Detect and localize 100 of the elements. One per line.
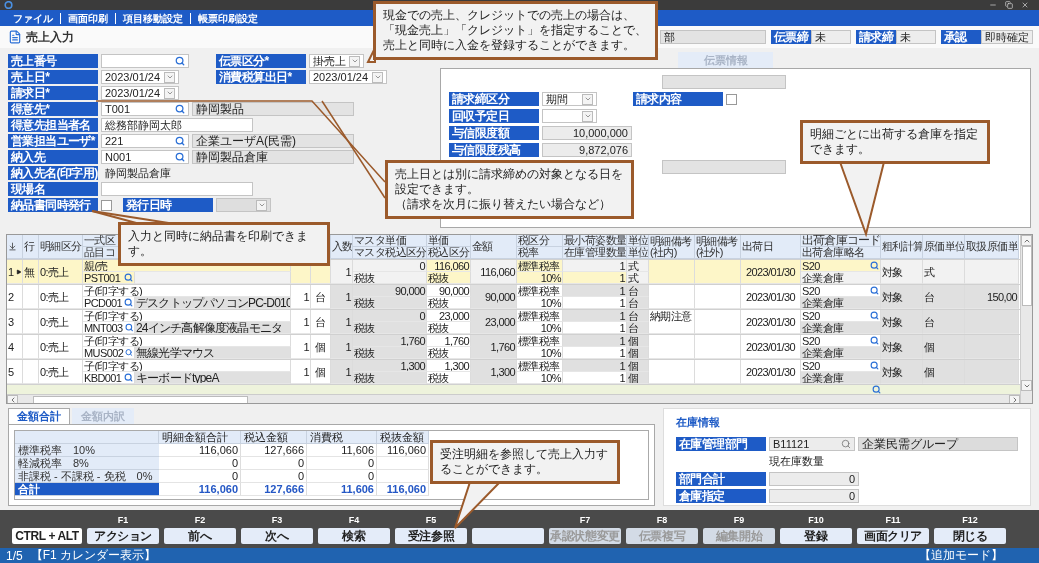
table-cell: 1 [563, 335, 627, 347]
function-key-button[interactable]: 検索 [318, 528, 390, 544]
field-label: 伝票区分* [216, 54, 306, 68]
key-label: F5 [425, 515, 437, 525]
table-cell: 対象 [881, 260, 923, 284]
status-field: 未 [896, 30, 936, 44]
column-header: 在庫管理数量 [563, 247, 627, 259]
table-cell: 2023/01/30 [741, 285, 801, 309]
table-cell: 1,760 [471, 335, 517, 359]
column-header: 明細備考(社外) [695, 235, 741, 259]
table-cell: 127,666 [241, 444, 307, 457]
table-cell: 1,760 [353, 335, 427, 347]
dropdown-field[interactable]: 期間 [542, 92, 597, 106]
function-key-button[interactable]: アクション [87, 528, 159, 544]
search-field[interactable]: T001 [101, 102, 189, 116]
number-field: 0 [769, 489, 859, 503]
menu-item[interactable]: 項目移動設定 [115, 12, 190, 24]
record-position: 1/5 [6, 548, 23, 563]
table-cell: 23,000 [471, 310, 517, 334]
dropdown-field[interactable]: 2023/01/24 [309, 70, 387, 84]
column-header: 明細区分 [39, 235, 83, 259]
table-cell: 1 [291, 360, 311, 384]
callout-text: 売上日とは別に請求締めの対象となる日を設定できます。 [395, 167, 624, 197]
field-label: 請求内容 [633, 92, 723, 106]
table-cell: 税抜 [353, 347, 427, 359]
key-label: F8 [656, 515, 668, 525]
table-cell: 1 [563, 285, 627, 297]
table-cell: 0 [241, 470, 307, 483]
function-key-button[interactable]: 画面クリア [857, 528, 929, 544]
table-cell: 対象 [881, 335, 923, 359]
table-cell: 1 [331, 360, 353, 384]
field-label: 納品書同時発行 [8, 198, 98, 212]
table-cell: 個 [311, 335, 331, 359]
dropdown-field[interactable]: 2023/01/24 [101, 86, 179, 100]
table-cell: 個 [923, 360, 965, 384]
function-key-button[interactable]: 前へ [164, 528, 236, 544]
tab[interactable]: 金額合計 [8, 408, 70, 424]
table-cell: 2023/01/30 [741, 335, 801, 359]
search-field[interactable]: N001 [101, 150, 189, 164]
table-cell: MUS002 [83, 347, 135, 359]
number-field: 9,872,076 [542, 143, 632, 157]
name-field: 企業民需グループ [858, 437, 1018, 451]
table-cell: 税抜 [353, 322, 427, 334]
function-key-button[interactable]: 受注参照 [395, 528, 467, 544]
page-title: 売上入力 [26, 28, 74, 46]
menu-item[interactable]: 画面印刷 [60, 12, 115, 24]
name-field: 静岡製品 [192, 102, 354, 116]
key-label: F3 [271, 515, 283, 525]
function-key-button[interactable]: 登録 [780, 528, 852, 544]
row-label: 非課税 - 不課税 - 免税 0% [15, 470, 159, 483]
search-field[interactable]: B11121 [769, 437, 855, 451]
column-header: マスタ単価 [353, 235, 427, 247]
function-key-button[interactable]: 閉じる [934, 528, 1006, 544]
table-cell: 税抜 [427, 322, 471, 334]
field-label: 納入先 [8, 150, 98, 164]
dropdown-field[interactable]: 2023/01/24 [101, 70, 179, 84]
mode-indicator: 【追加モード】 [919, 547, 1003, 563]
table-cell: 税抜 [427, 347, 471, 359]
search-field[interactable]: 221 [101, 134, 189, 148]
column-header: 明細金額合計 [159, 431, 241, 444]
table-cell: 0:売上 [39, 360, 83, 384]
menu-item[interactable]: ファイル [6, 12, 60, 24]
field-label: 得意先* [8, 102, 98, 116]
table-cell: 台 [627, 322, 649, 334]
text-field[interactable]: 総務部静岡太郎 [101, 118, 253, 132]
table-cell: 90,000 [471, 285, 517, 309]
table-cell: 企業倉庫 [801, 347, 881, 359]
table-cell: 1 [563, 272, 627, 284]
table-cell: 式 [627, 272, 649, 284]
row-label: 合計 [15, 483, 159, 496]
key-label: F1 [117, 515, 129, 525]
field-label: 請求締 [856, 30, 896, 44]
table-cell: 1,300 [427, 360, 471, 372]
menu-item[interactable]: 帳票印刷設定 [190, 12, 265, 24]
table-cell: 企業倉庫 [801, 297, 881, 309]
table-cell: 対象 [881, 285, 923, 309]
table-cell: S20 [801, 360, 881, 372]
table-cell: 1 [563, 372, 627, 384]
modifier-key-button[interactable]: CTRL + ALT [12, 528, 82, 544]
column-header: 税抜金額 [377, 431, 429, 444]
row-label: 標準税率 10% [15, 444, 159, 457]
table-cell: 116,060 [377, 444, 429, 457]
table-cell: 対象 [881, 360, 923, 384]
table-cell: 116,060 [377, 483, 429, 496]
table-cell: 0 [159, 470, 241, 483]
table-cell: 0:売上 [39, 335, 83, 359]
column-header: 明細備考(社内) [649, 235, 695, 259]
table-cell: 3 [7, 310, 23, 334]
table-cell: 台 [311, 285, 331, 309]
status-field: 未 [811, 30, 851, 44]
field-label: 現場名 [8, 182, 98, 196]
dropdown-field[interactable]: 掛売上 [309, 54, 364, 68]
table-cell: 台 [311, 310, 331, 334]
row-label: 軽減税率 8% [15, 457, 159, 470]
function-key-button[interactable]: 次へ [241, 528, 313, 544]
table-cell: 0 [307, 470, 377, 483]
table-cell: 1 [563, 360, 627, 372]
table-cell: 標準税率 [517, 310, 563, 322]
caption: 現在庫数量 [769, 454, 825, 469]
table-cell: 税抜 [427, 272, 471, 284]
